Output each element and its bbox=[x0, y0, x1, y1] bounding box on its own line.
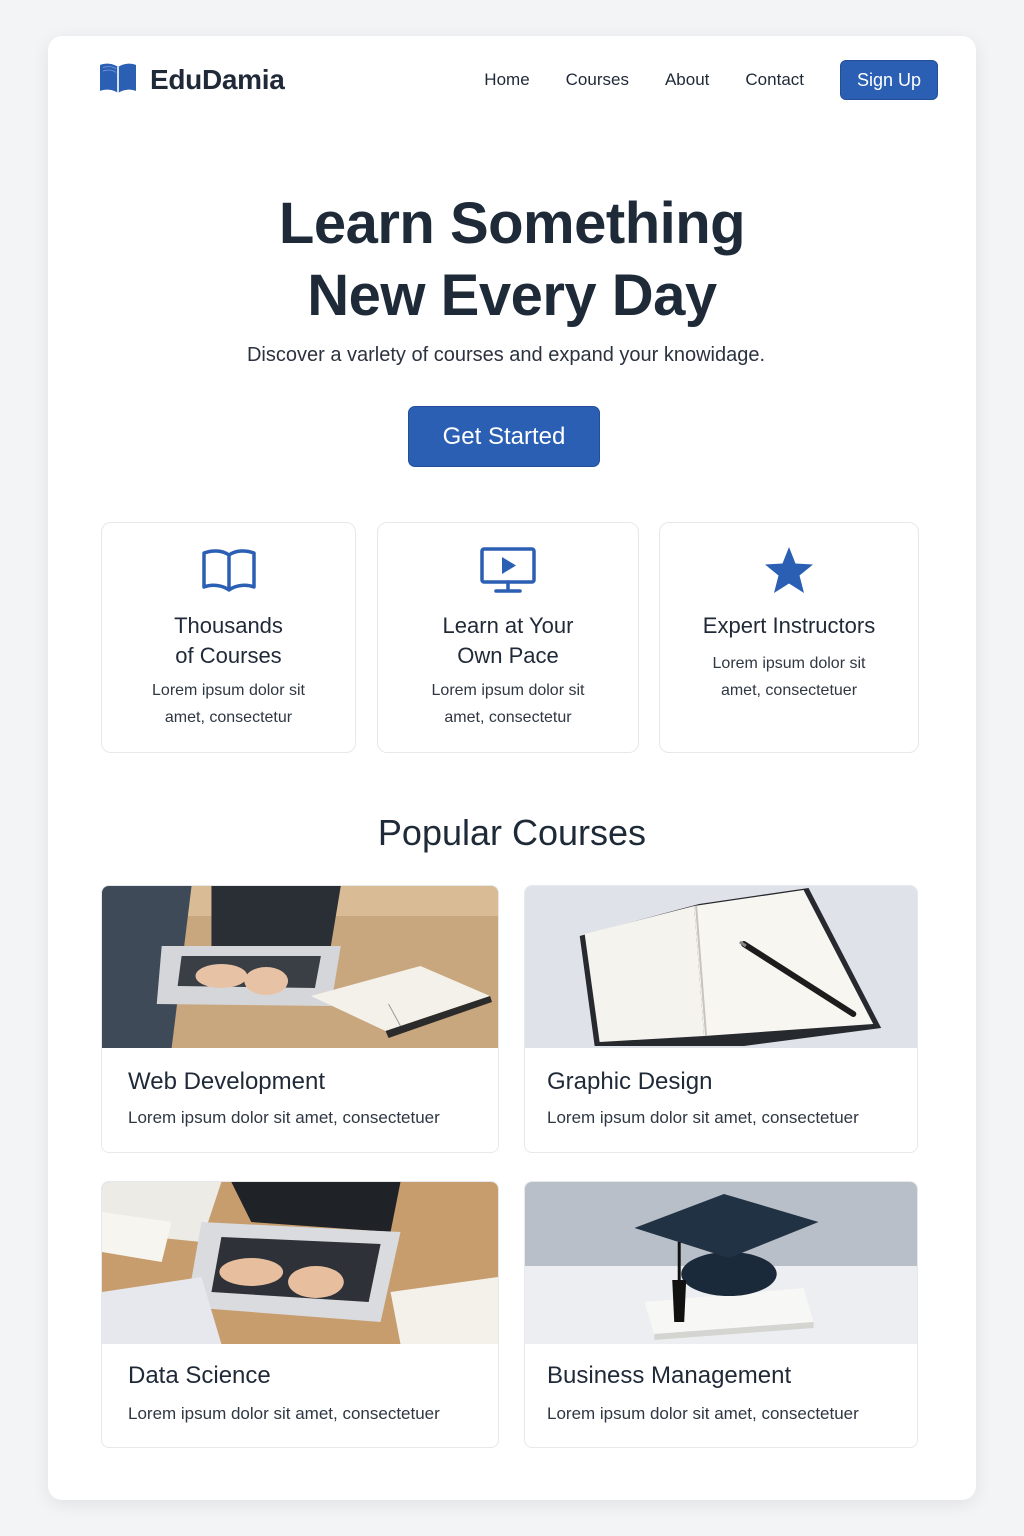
nav-home-link[interactable]: Home bbox=[484, 70, 529, 90]
feature-text: Lorem ipsum dolor sit amet, consectetur bbox=[102, 677, 355, 731]
feature-text-line-2: amet, consectetur bbox=[164, 709, 293, 726]
feature-text-line-1: Lorem ipsum dolor sit bbox=[152, 682, 305, 699]
feature-card-pace: Learn at Your Own Pace Lorem ipsum dolor… bbox=[377, 522, 639, 753]
nav-courses-link[interactable]: Courses bbox=[566, 70, 629, 90]
feature-title: Learn at Your Own Pace bbox=[378, 611, 638, 671]
feature-text-line-1: Lorem ipsum dolor sit bbox=[712, 655, 866, 672]
course-title: Business Management bbox=[547, 1362, 792, 1389]
graduation-cap-photo bbox=[525, 1182, 917, 1344]
feature-text: Lorem ipsum dolor sit amet, consectetur bbox=[378, 677, 638, 731]
course-description: Lorem ipsum dolor sit amet, consectetuer bbox=[547, 1404, 859, 1423]
open-book-icon bbox=[98, 61, 138, 100]
notebook-pen-photo bbox=[525, 886, 917, 1048]
course-title: Graphic Design bbox=[547, 1068, 713, 1095]
feature-title-line-1: Learn at Your bbox=[442, 613, 574, 638]
course-title: Web Development bbox=[128, 1068, 325, 1095]
course-card-business-management[interactable]: Business Management Lorem ipsum dolor si… bbox=[524, 1181, 918, 1448]
laptop-typing-photo bbox=[102, 886, 498, 1048]
course-description: Lorem ipsum dolor sit amet, consectetuer bbox=[547, 1108, 859, 1127]
site-header: EduDamia Home Courses About Contact Sign… bbox=[48, 36, 976, 126]
feature-text-line-1: Lorem ipsum dolor sit bbox=[431, 682, 585, 699]
hero-title-line-2: New Every Day bbox=[307, 263, 717, 328]
feature-title-line-2: Own Pace bbox=[457, 643, 559, 668]
sign-up-button[interactable]: Sign Up bbox=[840, 60, 938, 100]
nav-contact-link[interactable]: Contact bbox=[745, 70, 804, 90]
feature-text: Lorem ipsum dolor sit amet, consectetuer bbox=[660, 650, 918, 704]
brand-name: EduDamia bbox=[150, 64, 285, 95]
main-nav: Home Courses About Contact Sign Up bbox=[484, 60, 938, 100]
hero-subtitle: Discover a varlety of courses and expand… bbox=[246, 344, 766, 366]
course-description: Lorem ipsum dolor sit amet, consectetuer bbox=[128, 1108, 440, 1127]
monitor-play-icon bbox=[378, 545, 638, 597]
course-description: Lorem ipsum dolor sit amet, consectetuer bbox=[128, 1404, 440, 1423]
brand-logo[interactable]: EduDamia bbox=[98, 62, 285, 98]
hero-title-line-1: Learn Something bbox=[278, 191, 746, 256]
hero-title: Learn Something New Every Day bbox=[48, 188, 976, 332]
course-title: Data Science bbox=[128, 1362, 271, 1389]
laptop-book-photo bbox=[102, 1182, 498, 1344]
feature-title-line-2: of Courses bbox=[175, 643, 282, 668]
open-book-icon bbox=[102, 545, 355, 597]
page-container: EduDamia Home Courses About Contact Sign… bbox=[48, 36, 976, 1500]
course-card-web-development[interactable]: Web Development Lorem ipsum dolor sit am… bbox=[101, 885, 499, 1153]
feature-card-courses: Thousands of Courses Lorem ipsum dolor s… bbox=[101, 522, 356, 753]
feature-title-line-1: Thousands bbox=[174, 613, 283, 638]
feature-text-line-2: amet, consectetuer bbox=[720, 682, 858, 699]
section-title: Popular Courses bbox=[377, 812, 647, 853]
course-card-data-science[interactable]: Data Science Lorem ipsum dolor sit amet,… bbox=[101, 1181, 499, 1448]
get-started-button[interactable]: Get Started bbox=[408, 406, 600, 467]
feature-card-instructors: Expert Instructors Lorem ipsum dolor sit… bbox=[659, 522, 919, 753]
feature-title: Expert Instructors bbox=[702, 613, 876, 638]
feature-text-line-2: amet, consectetur bbox=[444, 709, 572, 726]
course-card-graphic-design[interactable]: Graphic Design Lorem ipsum dolor sit ame… bbox=[524, 885, 918, 1153]
nav-about-link[interactable]: About bbox=[665, 70, 709, 90]
feature-title: Thousands of Courses bbox=[102, 611, 355, 671]
star-icon bbox=[660, 545, 918, 597]
